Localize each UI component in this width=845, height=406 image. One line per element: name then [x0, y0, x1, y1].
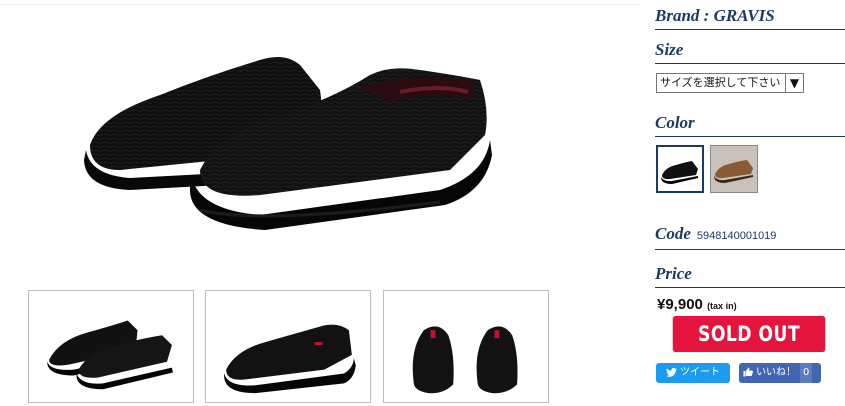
thumbnail-side-view[interactable] [205, 290, 371, 403]
twitter-bird-icon [666, 367, 677, 377]
sold-out-button[interactable]: SOLD OUT [672, 316, 826, 352]
code-label: Code [655, 224, 691, 243]
brand-heading: Brand : GRAVIS [655, 6, 845, 30]
tweet-label: ツイート [680, 367, 720, 378]
size-select-value: サイズを選択して下さい [660, 76, 781, 89]
chevron-down-icon: ▼ [785, 74, 803, 92]
tweet-button[interactable]: ツイート [656, 363, 730, 383]
like-label: いいね！ [756, 367, 796, 378]
code-heading: Code 5948140001019 [655, 224, 845, 250]
color-swatch-black[interactable] [656, 145, 704, 193]
thumbnail-pair-view[interactable] [28, 290, 194, 403]
size-select[interactable]: サイズを選択して下さい ▼ [656, 73, 804, 93]
main-product-image [60, 20, 530, 270]
like-count: 0 [800, 363, 813, 383]
color-heading: Color [655, 113, 845, 137]
product-code: 5948140001019 [696, 230, 777, 242]
size-heading: Size [655, 40, 845, 64]
price-heading: Price [655, 264, 845, 288]
top-divider [0, 4, 640, 5]
facebook-like-button[interactable]: いいね！ 0 [739, 363, 821, 383]
price-display: ¥9,900 (tax in) [657, 296, 737, 313]
thumbs-up-icon [743, 367, 753, 377]
price-value: ¥9,900 [657, 296, 703, 313]
color-swatch-brown[interactable] [710, 145, 758, 193]
thumbnail-back-view[interactable] [383, 290, 549, 403]
tax-note: (tax in) [707, 301, 737, 311]
